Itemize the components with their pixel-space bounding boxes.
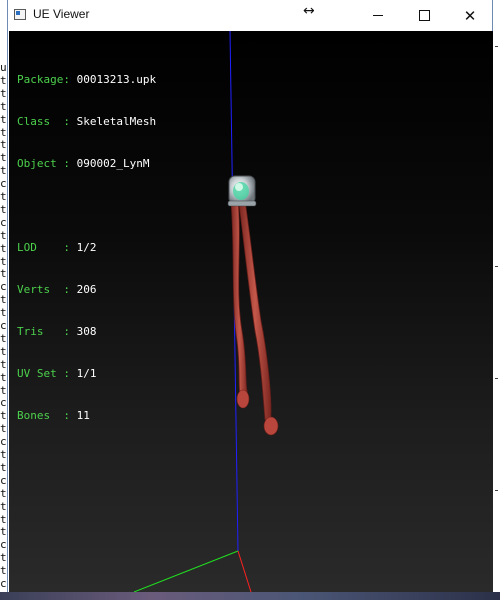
info-row-verts: Verts : 206 <box>17 283 156 297</box>
info-value: 1/1 <box>76 367 97 380</box>
background-right-strip <box>492 0 500 600</box>
info-spacer <box>17 199 156 213</box>
resize-cursor-icon: ↔ <box>303 3 315 19</box>
info-label: Object : <box>17 157 77 170</box>
info-row-class: Class : SkeletalMesh <box>17 115 156 129</box>
info-row-lod: LOD : 1/2 <box>17 241 156 255</box>
background-tick <box>495 46 498 47</box>
x-axis-line <box>237 550 252 592</box>
mesh-cap-ring <box>227 200 257 207</box>
info-label: UV Set : <box>17 367 77 380</box>
info-value: 308 <box>76 325 97 338</box>
info-row-tris: Tris : 308 <box>17 325 156 339</box>
info-label: LOD : <box>17 241 77 254</box>
maximize-icon <box>418 10 430 21</box>
tentacle-right-tip <box>263 416 279 436</box>
info-value: SkeletalMesh <box>76 115 157 128</box>
mesh-cap-highlight <box>235 183 243 191</box>
maximize-button[interactable] <box>401 0 447 31</box>
mesh-info-overlay: Package: 00013213.upk Class : SkeletalMe… <box>17 45 156 451</box>
close-button[interactable]: ✕ <box>447 0 493 31</box>
title-bar[interactable]: UE Viewer ↔ ✕ <box>8 0 492 31</box>
background-tick <box>495 378 498 379</box>
info-row-bones: Bones : 11 <box>17 409 156 423</box>
background-tick <box>495 490 498 491</box>
minimize-icon <box>373 15 383 16</box>
info-label: Verts : <box>17 283 77 296</box>
minimize-button[interactable] <box>355 0 401 31</box>
info-row-object: Object : 090002_LynM <box>17 157 156 171</box>
info-row-uvset: UV Set : 1/1 <box>17 367 156 381</box>
info-value: 090002_LynM <box>76 157 150 170</box>
info-label: Tris : <box>17 325 77 338</box>
info-value: 00013213.upk <box>76 73 157 86</box>
info-label: Class : <box>17 115 77 128</box>
app-window-icon[interactable] <box>14 9 26 20</box>
desktop-background-strip <box>0 592 500 600</box>
info-value: 11 <box>76 409 90 422</box>
y-axis-line <box>133 550 239 592</box>
3d-viewport[interactable]: Package: 00013213.upk Class : SkeletalMe… <box>9 31 493 592</box>
info-row-package: Package: 00013213.upk <box>17 73 156 87</box>
info-value: 206 <box>76 283 97 296</box>
info-label: Bones : <box>17 409 77 422</box>
close-icon: ✕ <box>463 6 477 25</box>
ue-viewer-window: UE Viewer ↔ ✕ Package: 00013213.upk Clas… <box>7 0 493 592</box>
window-title: UE Viewer <box>33 7 90 21</box>
info-value: 1/2 <box>76 241 97 254</box>
background-tick <box>495 266 498 267</box>
info-label: Package: <box>17 73 77 86</box>
tentacle-left-tip <box>236 389 250 409</box>
